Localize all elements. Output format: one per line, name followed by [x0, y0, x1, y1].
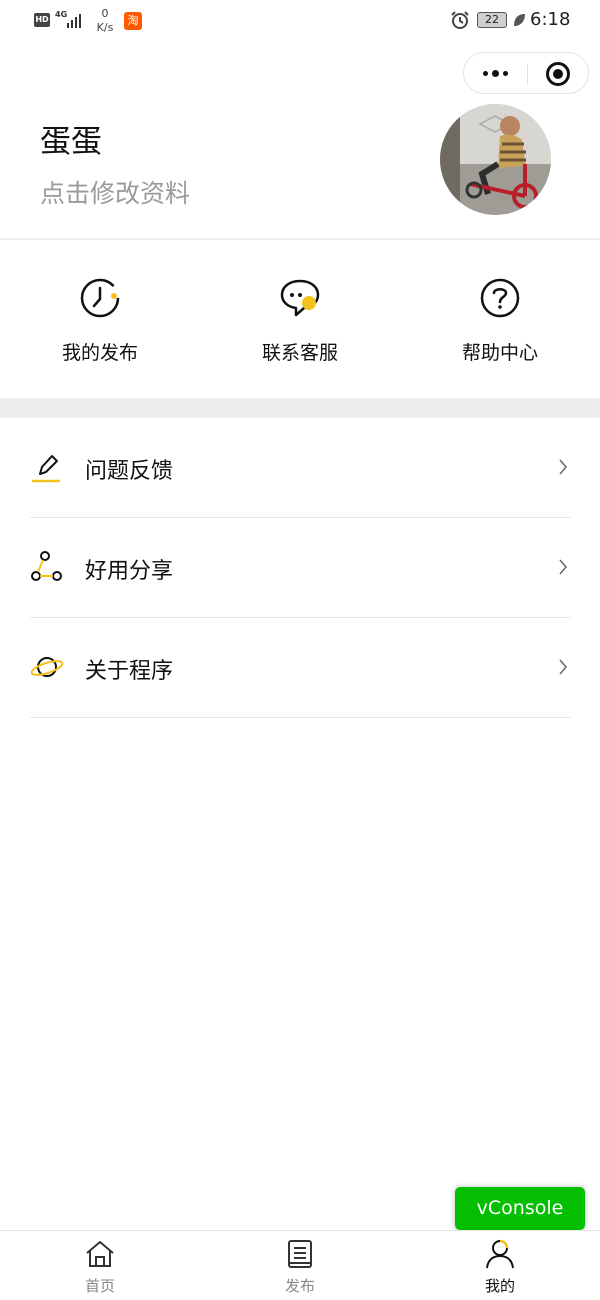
- tab-label: 我的: [484, 1277, 515, 1295]
- menu-item-label: 好用分享: [85, 559, 174, 584]
- menu-item-feedback[interactable]: 问题反馈: [0, 418, 600, 518]
- tab-label: 首页: [84, 1277, 115, 1295]
- shortcut-label: 我的发布: [61, 342, 138, 364]
- menu-item-share[interactable]: 好用分享: [0, 518, 600, 618]
- clock-time: 6:18: [530, 9, 571, 30]
- user-name: 蛋蛋: [40, 124, 102, 160]
- tab-label: 发布: [284, 1277, 315, 1295]
- avatar-photo-icon: [440, 104, 551, 215]
- network-speed: 0 K/s: [96, 7, 114, 34]
- capsule-divider: [527, 64, 528, 84]
- shortcut-label: 帮助中心: [461, 342, 538, 364]
- planet-icon: [30, 657, 64, 677]
- menu-item-about[interactable]: 关于程序: [0, 618, 600, 718]
- edit-profile-link[interactable]: 点击修改资料: [40, 174, 190, 210]
- tab-publish[interactable]: 发布: [200, 1231, 400, 1300]
- battery-icon: 22: [477, 12, 507, 28]
- clock-icon: [80, 278, 120, 318]
- user-icon: [486, 1239, 514, 1269]
- more-dot-icon: [492, 69, 499, 77]
- shortcut-my-posts[interactable]: 我的发布: [0, 240, 200, 398]
- battery-level: 22: [485, 13, 499, 26]
- menu-item-label: 问题反馈: [85, 459, 174, 484]
- tab-mine[interactable]: 我的: [400, 1231, 600, 1300]
- share-icon: [31, 551, 62, 581]
- close-miniprogram-button[interactable]: [546, 62, 570, 86]
- vconsole-button[interactable]: vConsole: [455, 1187, 585, 1230]
- chevron-right-icon: [559, 659, 567, 675]
- document-icon: [288, 1240, 312, 1268]
- shortcut-label: 联系客服: [261, 342, 338, 364]
- miniprogram-capsule: [463, 52, 589, 94]
- alarm-icon: [451, 11, 469, 29]
- more-dot-icon: [483, 70, 488, 76]
- status-bar: HD 4G 0 K/s 淘 22 6:18: [0, 0, 600, 44]
- signal-icon: [67, 12, 81, 28]
- shortcut-help-center[interactable]: 帮助中心: [400, 240, 600, 398]
- menu-divider: [30, 717, 571, 718]
- network-type: 4G: [55, 10, 68, 19]
- taobao-notification-icon: 淘: [124, 12, 142, 30]
- shortcut-row: 我的发布 联系客服 帮助中心: [0, 240, 600, 398]
- shortcut-contact-service[interactable]: 联系客服: [200, 240, 400, 398]
- menu-item-label: 关于程序: [85, 659, 174, 684]
- pencil-icon: [32, 455, 60, 483]
- chevron-right-icon: [559, 459, 567, 475]
- home-icon: [86, 1241, 114, 1267]
- leaf-icon: [514, 14, 525, 26]
- hd-indicator: HD: [34, 13, 50, 27]
- section-spacer: [0, 398, 600, 418]
- chat-icon: [280, 279, 320, 317]
- help-icon: [480, 278, 520, 318]
- more-dot-icon: [503, 70, 508, 76]
- avatar[interactable]: [440, 104, 551, 215]
- more-button[interactable]: [464, 53, 527, 93]
- chevron-right-icon: [559, 559, 567, 575]
- tab-home[interactable]: 首页: [0, 1231, 200, 1300]
- tab-bar: 首页 发布 我的: [0, 1230, 600, 1300]
